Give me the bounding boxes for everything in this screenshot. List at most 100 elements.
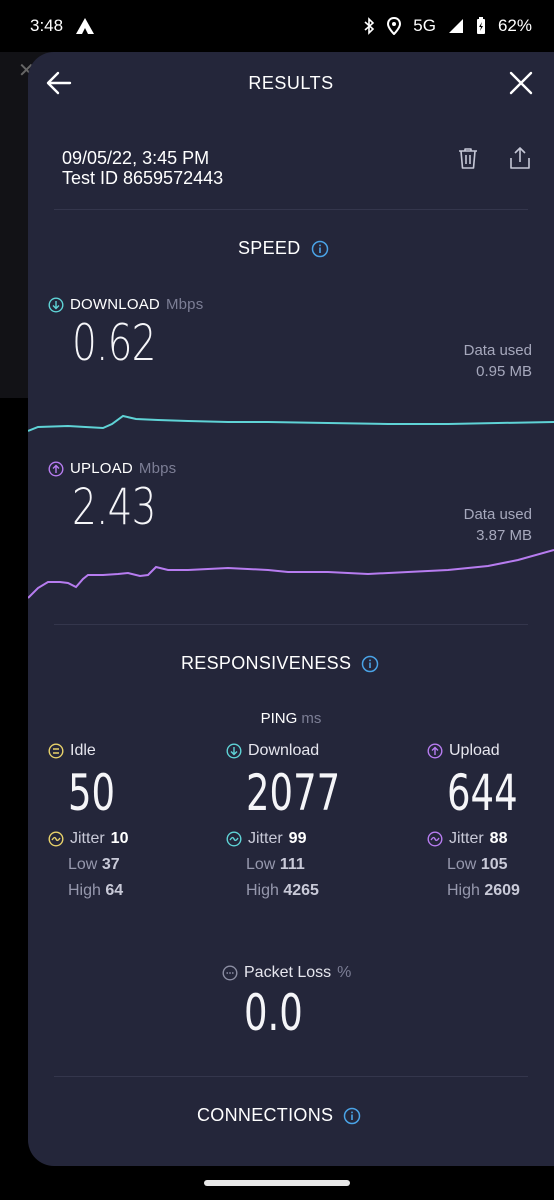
packet-loss-header: Packet Loss % xyxy=(222,964,351,982)
idle-low-value: 37 xyxy=(101,856,120,873)
info-icon[interactable] xyxy=(311,240,329,258)
connections-title: CONNECTIONS xyxy=(197,1105,334,1125)
download-low: Low 111 xyxy=(246,856,373,874)
packet-loss-icon xyxy=(222,965,238,981)
idle-icon xyxy=(48,743,64,759)
responsiveness-section-title: RESPONSIVENESS xyxy=(181,653,379,674)
upload-jitter-value: 88 xyxy=(489,830,508,847)
idle-low: Low 37 xyxy=(68,856,132,874)
battery-icon xyxy=(476,17,485,34)
upload-data-used: Data used 3.87 MB xyxy=(464,504,532,546)
download-data-used: Data used 0.95 MB xyxy=(464,340,532,382)
speed-title: SPEED xyxy=(238,238,301,258)
upload-speed-graph xyxy=(28,549,554,599)
upload-high: High 2609 xyxy=(447,882,542,900)
idle-jitter-value: 10 xyxy=(110,830,129,847)
ping-unit: ms xyxy=(301,710,322,727)
test-meta: 09/05/22, 3:45 PM Test ID 8659572443 xyxy=(62,148,223,188)
jitter-label: Jitter xyxy=(70,830,105,847)
upload-jitter: Jitter 88 xyxy=(427,830,542,848)
responsiveness-title: RESPONSIVENESS xyxy=(181,653,352,673)
data-used-label: Data used xyxy=(463,506,532,523)
upload-speed-value: 2.43 xyxy=(72,478,156,536)
download-label: Download xyxy=(248,742,320,759)
low-label: Low xyxy=(447,856,477,873)
gesture-nav-handle[interactable] xyxy=(204,1180,350,1186)
results-sheet: RESULTS 09/05/22, 3:45 PM Test ID 865957… xyxy=(28,52,554,1166)
ping-download-header: Download xyxy=(226,742,373,760)
jitter-icon xyxy=(427,831,443,847)
connections-section-title: CONNECTIONS xyxy=(197,1105,361,1126)
download-arrow-icon xyxy=(226,743,242,759)
high-label: High xyxy=(246,882,279,899)
signal-icon xyxy=(448,19,463,33)
upload-label: UPLOAD xyxy=(70,460,133,477)
share-icon[interactable] xyxy=(508,146,532,170)
app-notification-icon xyxy=(76,18,95,34)
info-icon[interactable] xyxy=(343,1107,361,1125)
bluetooth-icon xyxy=(364,17,375,35)
divider xyxy=(54,209,528,210)
download-high-value: 4265 xyxy=(283,882,319,899)
jitter-label: Jitter xyxy=(449,830,484,847)
test-id: Test ID 8659572443 xyxy=(62,168,224,188)
jitter-icon xyxy=(48,831,64,847)
upload-low: Low 105 xyxy=(447,856,542,874)
jitter-label: Jitter xyxy=(248,830,283,847)
close-icon[interactable] xyxy=(506,68,536,98)
idle-high-value: 64 xyxy=(105,882,124,899)
data-used-value: 0.95 MB xyxy=(476,363,532,380)
location-icon xyxy=(387,17,402,35)
info-icon[interactable] xyxy=(361,655,379,673)
trash-icon[interactable] xyxy=(456,146,480,170)
packet-loss-label: Packet Loss xyxy=(244,964,332,981)
page-title: RESULTS xyxy=(248,72,334,93)
idle-jitter: Jitter 10 xyxy=(48,830,132,848)
battery-percent: 62% xyxy=(497,16,532,35)
network-type: 5G xyxy=(413,16,436,35)
upload-high-value: 2609 xyxy=(484,882,520,899)
divider xyxy=(54,624,528,625)
jitter-icon xyxy=(226,831,242,847)
ping-idle-column: Idle 50 Jitter 10 Low 37 High 64 xyxy=(48,742,132,900)
low-label: Low xyxy=(68,856,98,873)
test-datetime: 09/05/22, 3:45 PM xyxy=(62,148,210,168)
upload-arrow-icon xyxy=(427,743,443,759)
status-bar: 3:48 5G 62% xyxy=(0,0,554,52)
ping-idle-header: Idle xyxy=(48,742,132,760)
ping-upload-header: Upload xyxy=(427,742,542,760)
download-arrow-icon xyxy=(48,296,64,313)
ping-download-column: Download 2077 Jitter 99 Low 111 High 426… xyxy=(226,742,373,900)
idle-ping-value: 50 xyxy=(68,764,116,822)
download-low-value: 111 xyxy=(279,856,305,873)
upload-label: Upload xyxy=(449,742,500,759)
ping-upload-column: Upload 644 Jitter 88 Low 105 High 2609 xyxy=(427,742,542,900)
high-label: High xyxy=(68,882,101,899)
download-jitter: Jitter 99 xyxy=(226,830,373,848)
download-high: High 4265 xyxy=(246,882,373,900)
upload-low-value: 105 xyxy=(480,856,508,873)
upload-ping-value: 644 xyxy=(447,764,518,822)
download-speed-value: 0.62 xyxy=(72,314,156,372)
upload-unit: Mbps xyxy=(138,460,177,477)
idle-high: High 64 xyxy=(68,882,132,900)
download-jitter-value: 99 xyxy=(288,830,307,847)
packet-loss-value: 0.0 xyxy=(244,984,303,1042)
low-label: Low xyxy=(246,856,276,873)
data-used-label: Data used xyxy=(463,342,532,359)
speed-section-title: SPEED xyxy=(238,238,329,259)
divider xyxy=(54,1076,528,1077)
download-unit: Mbps xyxy=(165,296,204,313)
download-label: DOWNLOAD xyxy=(70,296,160,313)
ping-label: PING xyxy=(260,710,298,727)
status-time: 3:48 xyxy=(30,16,64,35)
results-header: RESULTS xyxy=(28,52,554,114)
back-arrow-icon[interactable] xyxy=(44,68,74,98)
upload-label-row: UPLOAD Mbps xyxy=(48,460,176,477)
upload-arrow-icon xyxy=(48,460,64,477)
high-label: High xyxy=(447,882,480,899)
download-ping-value: 2077 xyxy=(246,764,341,822)
ping-label-row: PING ms xyxy=(28,710,554,727)
idle-label: Idle xyxy=(70,742,96,759)
download-label-row: DOWNLOAD Mbps xyxy=(48,296,203,313)
